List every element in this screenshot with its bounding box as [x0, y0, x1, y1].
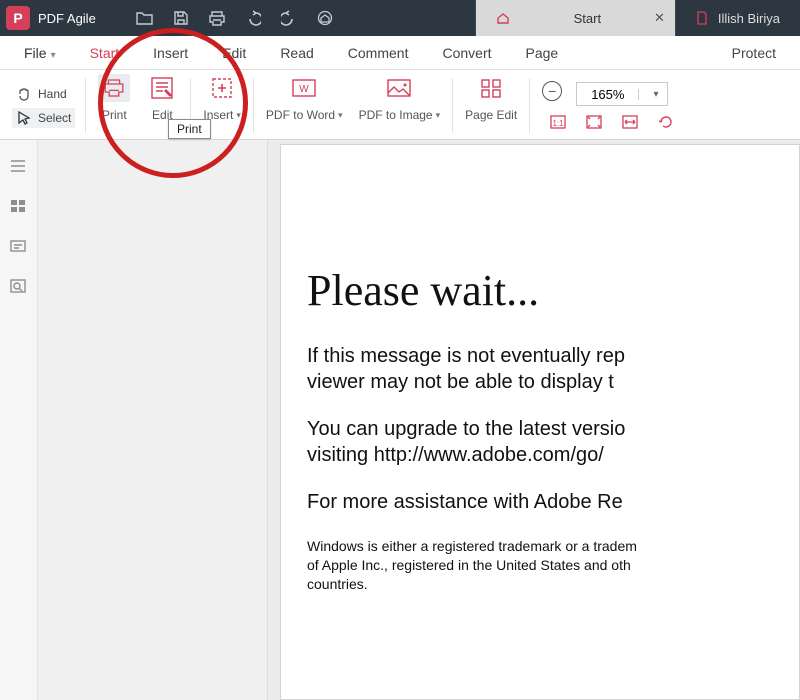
menu-protect[interactable]: Protect — [718, 39, 790, 67]
chevron-down-icon: ▾ — [338, 110, 343, 121]
pdf-page: Please wait... If this message is not ev… — [280, 144, 800, 700]
pdf-to-word-label: PDF to Word — [266, 108, 335, 122]
app-logo: P — [6, 6, 30, 30]
doc-heading: Please wait... — [307, 265, 799, 316]
zoom-group: − 165% ▾ 1:1 — [534, 72, 690, 139]
print-label: Print — [102, 108, 127, 122]
quick-access-toolbar — [116, 9, 334, 27]
hand-icon — [16, 86, 32, 102]
doc-text: You can upgrade to the latest versiovisi… — [307, 417, 799, 468]
chevron-down-icon: ▾ — [236, 110, 241, 121]
app-name: PDF Agile — [38, 11, 116, 26]
doc-text: If this message is not eventually repvie… — [307, 344, 799, 395]
pdf-to-word-button[interactable]: W PDF to Word▾ — [258, 72, 351, 139]
select-label: Select — [38, 111, 71, 125]
thumbnails-icon[interactable] — [9, 198, 29, 218]
separator — [253, 78, 254, 133]
zoom-out-button[interactable]: − — [542, 81, 562, 101]
svg-text:W: W — [300, 84, 310, 95]
menu-insert[interactable]: Insert — [139, 39, 202, 67]
menu-comment[interactable]: Comment — [334, 39, 423, 67]
hand-tool[interactable]: Hand — [12, 84, 75, 104]
print-tooltip: Print — [168, 119, 211, 139]
document-tab-other[interactable]: Illish Biriya — [675, 0, 800, 36]
hand-label: Hand — [38, 87, 67, 101]
chevron-down-icon: ▾ — [51, 50, 56, 61]
close-icon[interactable]: ✕ — [654, 10, 665, 26]
save-icon[interactable] — [172, 9, 190, 27]
select-tool[interactable]: Select — [12, 108, 75, 128]
doc-text: For more assistance with Adobe Re — [307, 490, 799, 516]
title-bar: P PDF Agile Start ✕ Illish Biriya — [0, 0, 800, 36]
home-icon[interactable] — [316, 9, 334, 27]
edit-icon — [146, 74, 178, 102]
ribbon: Hand Select Print Edit Insert▾ W PDF to … — [0, 70, 800, 140]
open-icon[interactable] — [136, 9, 154, 27]
outline-icon[interactable] — [9, 158, 29, 178]
chevron-down-icon[interactable]: ▾ — [638, 89, 667, 100]
pdf-to-word-icon: W — [288, 74, 320, 102]
fit-width-icon[interactable] — [620, 112, 640, 132]
pdf-to-image-icon — [383, 74, 415, 102]
menu-file[interactable]: File▾ — [10, 39, 70, 67]
undo-icon[interactable] — [244, 9, 262, 27]
tab-home-icon — [496, 11, 510, 25]
pdf-to-image-button[interactable]: PDF to Image▾ — [351, 72, 449, 139]
tab-doc-icon — [696, 11, 708, 25]
zoom-level[interactable]: 165% ▾ — [576, 82, 668, 106]
fit-page-icon[interactable] — [584, 112, 604, 132]
document-canvas[interactable]: Please wait... If this message is not ev… — [38, 140, 800, 700]
tool-mode-group: Hand Select — [6, 72, 81, 139]
actual-size-icon[interactable]: 1:1 — [548, 112, 568, 132]
menu-read[interactable]: Read — [266, 39, 327, 67]
doc-fineprint: Windows is either a registered trademark… — [307, 538, 799, 595]
printer-icon — [98, 74, 130, 102]
zoom-value: 165% — [577, 87, 638, 102]
page-edit-icon — [475, 74, 507, 102]
menu-start[interactable]: Start — [76, 39, 134, 67]
separator — [529, 78, 530, 133]
redo-icon[interactable] — [280, 9, 298, 27]
separator — [85, 78, 86, 133]
document-tab-strip: Start ✕ Illish Biriya — [475, 0, 800, 36]
page-edit-button[interactable]: Page Edit — [457, 72, 525, 139]
left-sidebar — [0, 140, 38, 700]
pdf-to-image-label: PDF to Image — [359, 108, 433, 122]
svg-text:1:1: 1:1 — [553, 119, 565, 128]
tab-label: Illish Biriya — [718, 11, 780, 26]
print-button[interactable]: Print — [90, 72, 138, 139]
insert-icon — [206, 74, 238, 102]
menu-page[interactable]: Page — [512, 39, 573, 67]
page-gutter — [38, 140, 268, 700]
cursor-icon — [16, 110, 32, 126]
tab-label: Start — [520, 11, 655, 26]
chevron-down-icon: ▾ — [436, 110, 441, 121]
menu-convert[interactable]: Convert — [428, 39, 505, 67]
menu-bar: File▾ Start Insert Edit Read Comment Con… — [0, 36, 800, 70]
menu-edit[interactable]: Edit — [208, 39, 260, 67]
search-icon[interactable] — [9, 278, 29, 298]
annotations-icon[interactable] — [9, 238, 29, 258]
document-tab-start[interactable]: Start ✕ — [475, 0, 675, 36]
print-icon[interactable] — [208, 9, 226, 27]
separator — [452, 78, 453, 133]
rotate-icon[interactable] — [656, 112, 676, 132]
page-edit-label: Page Edit — [465, 108, 517, 122]
